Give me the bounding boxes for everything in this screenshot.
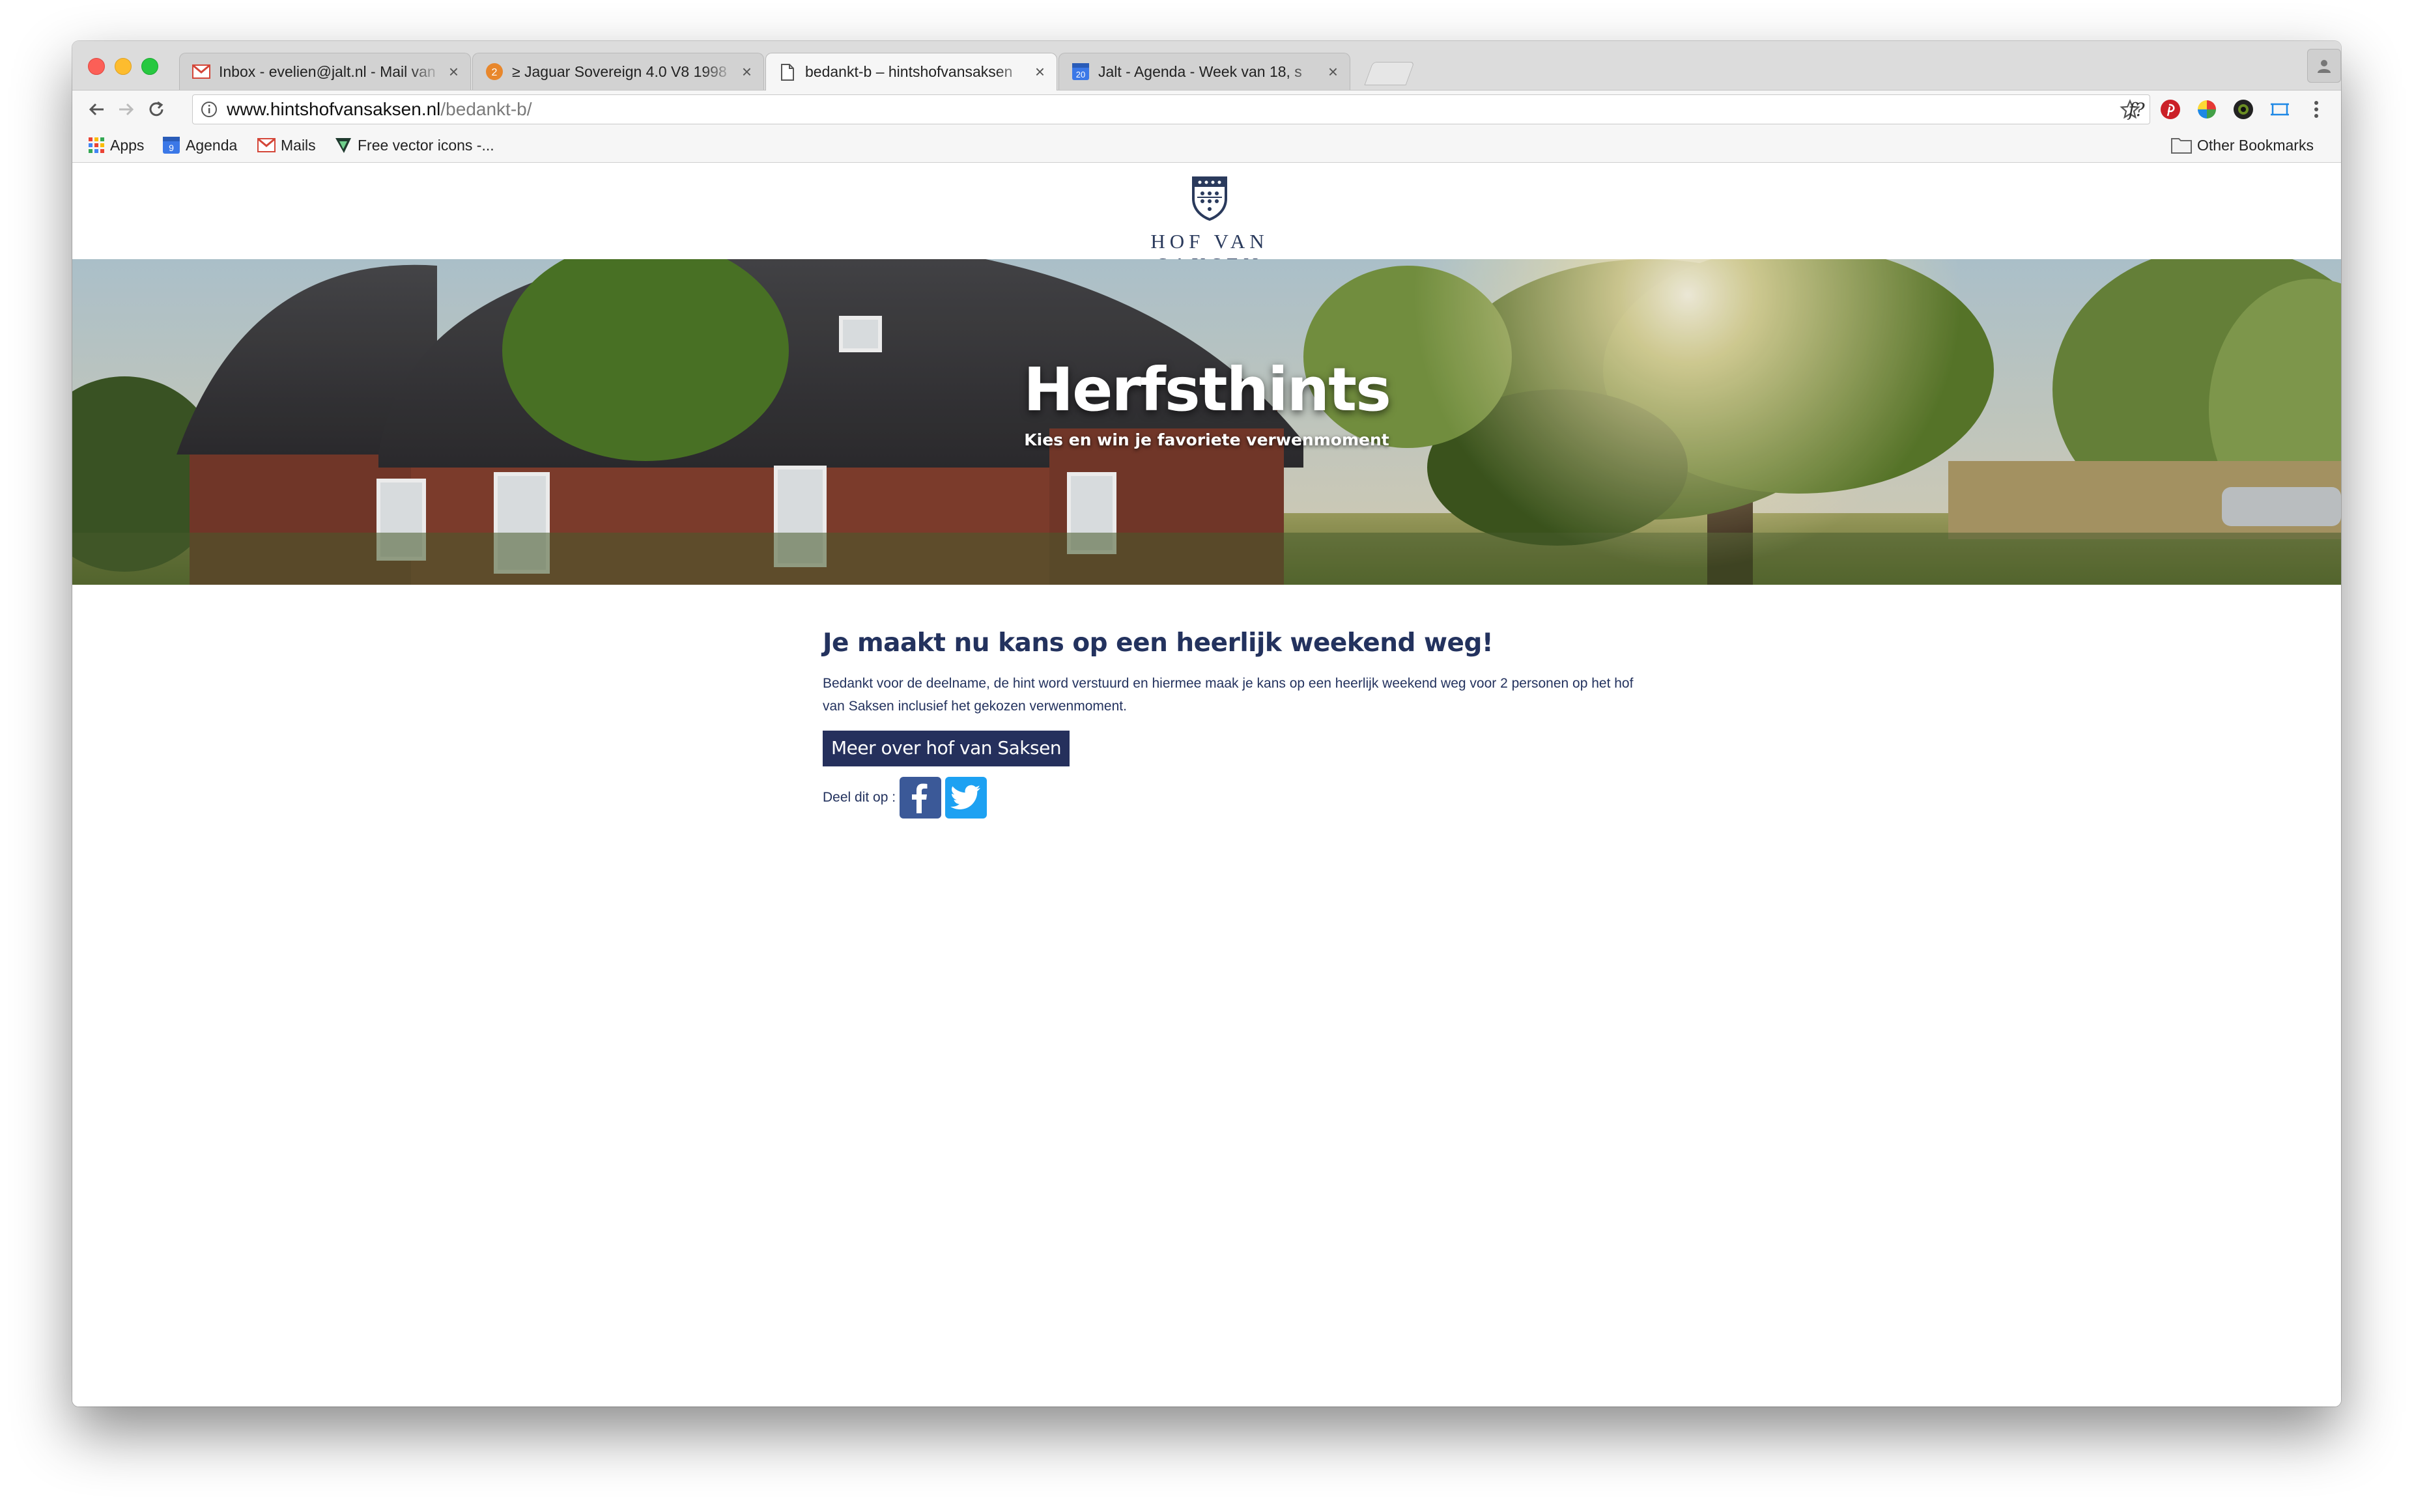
bookmark-label: Free vector icons -... [358,136,494,154]
toolbar: www.hintshofvansaksen.nl/bedankt-b/ f? [72,91,2341,128]
tab-agenda[interactable]: 20 Jalt - Agenda - Week van 18, s × [1058,53,1350,90]
site-logo[interactable]: HOF VAN SAKSEN [1096,175,1324,276]
meer-over-hof-van-saksen-button[interactable]: Meer over hof van Saksen [823,731,1070,766]
menu-kebab-icon[interactable] [2303,96,2329,122]
tab-title: bedankt-b – hintshofvansaksen [805,63,1013,80]
color-picker-icon[interactable] [2194,96,2220,122]
other-bookmarks[interactable]: Other Bookmarks [2171,135,2314,156]
camera-extension-icon[interactable] [2230,96,2256,122]
thank-you-text: Bedankt voor de deelname, de hint word v… [823,676,1634,714]
profile-button[interactable] [2307,49,2341,83]
bookmark-label: Apps [110,136,145,154]
freepik-icon [334,136,352,154]
tab-jaguar[interactable]: 2 ≥ Jaguar Sovereign 4.0 V8 1998 × [472,53,764,90]
forward-button[interactable] [113,96,140,123]
tab-strip: Inbox - evelien@jalt.nl - Mail van × 2 ≥… [72,41,2341,91]
twitter-icon [950,785,981,809]
web-page: HOF VAN SAKSEN [72,163,2341,1407]
arrow-left-icon [89,103,104,116]
tab-badge-icon: 2 [485,62,504,81]
hero-banner: Herfsthints Kies en win je favoriete ver… [72,259,2341,585]
hero-title: Herfsthints [1023,355,1391,425]
url-host: www.hintshofvansaksen.nl [227,99,441,119]
calendar-icon: 20 [1071,62,1090,81]
screenshot-extension-icon[interactable] [2267,96,2293,122]
coat-of-arms-icon [1192,176,1227,221]
calendar-day: 9 [169,143,174,153]
main-content: Je maakt nu kans op een heerlijk weekend… [823,628,1669,819]
bookmark-free-vector-icons[interactable]: Free vector icons -... [334,135,494,156]
page-headline: Je maakt nu kans op een heerlijk weekend… [823,628,1494,658]
back-button[interactable] [83,96,110,123]
close-tab-icon[interactable]: × [1035,62,1045,82]
arrow-right-icon [119,103,134,116]
calendar-date: 20 [1076,70,1085,79]
tab-badge-number: 2 [492,67,498,78]
pinterest-icon[interactable] [2157,96,2183,122]
reload-button[interactable] [143,96,170,123]
close-window-button[interactable] [88,58,105,75]
close-tab-icon[interactable]: × [449,62,459,82]
tab-title: ≥ Jaguar Sovereign 4.0 V8 1998 [512,63,727,80]
apps-grid-icon [88,137,105,154]
reload-icon [149,101,163,117]
bookmark-label: Agenda [186,136,238,154]
address-bar[interactable]: www.hintshofvansaksen.nl/bedankt-b/ [192,94,2150,124]
close-tab-icon[interactable]: × [742,62,752,82]
bookmark-apps[interactable]: Apps [88,135,144,156]
info-icon[interactable] [201,101,220,118]
new-tab-button[interactable] [1364,62,1415,85]
tab-inbox[interactable]: Inbox - evelien@jalt.nl - Mail van × [179,53,471,90]
maximize-window-button[interactable] [141,58,158,75]
url-path: /bedankt-b/ [440,99,532,119]
minimize-window-button[interactable] [115,58,132,75]
facebook-share-button[interactable] [900,777,942,819]
bookmark-agenda[interactable]: 9 Agenda [162,135,237,156]
folder-icon [2171,137,2192,154]
bookmarks-bar: Apps 9 Agenda Mails Free vector icons -.… [72,128,2341,163]
close-tab-icon[interactable]: × [1328,62,1338,82]
hero-subtitle: Kies en win je favoriete verwenmoment [1024,430,1389,449]
bookmark-mails[interactable]: Mails [257,135,316,156]
twitter-share-button[interactable] [945,777,987,819]
share-row: Deel dit op : [823,777,1669,819]
page-icon [778,63,797,82]
other-bookmarks-label: Other Bookmarks [2197,136,2314,154]
browser-window: Inbox - evelien@jalt.nl - Mail van × 2 ≥… [72,41,2341,1407]
calendar-icon: 9 [162,136,180,154]
bookmark-label: Mails [281,136,316,154]
gmail-icon [257,138,276,152]
tab-title: Jalt - Agenda - Week van 18, s [1098,63,1302,80]
facebook-icon [912,783,928,813]
tab-title: Inbox - evelien@jalt.nl - Mail van [219,63,436,80]
fonts-extension-icon[interactable]: f? [2122,96,2151,122]
share-label: Deel dit op : [823,790,896,805]
person-icon [2318,60,2331,73]
tab-bedankt[interactable]: bedankt-b – hintshofvansaksen × [765,53,1057,91]
gmail-icon [192,62,211,81]
